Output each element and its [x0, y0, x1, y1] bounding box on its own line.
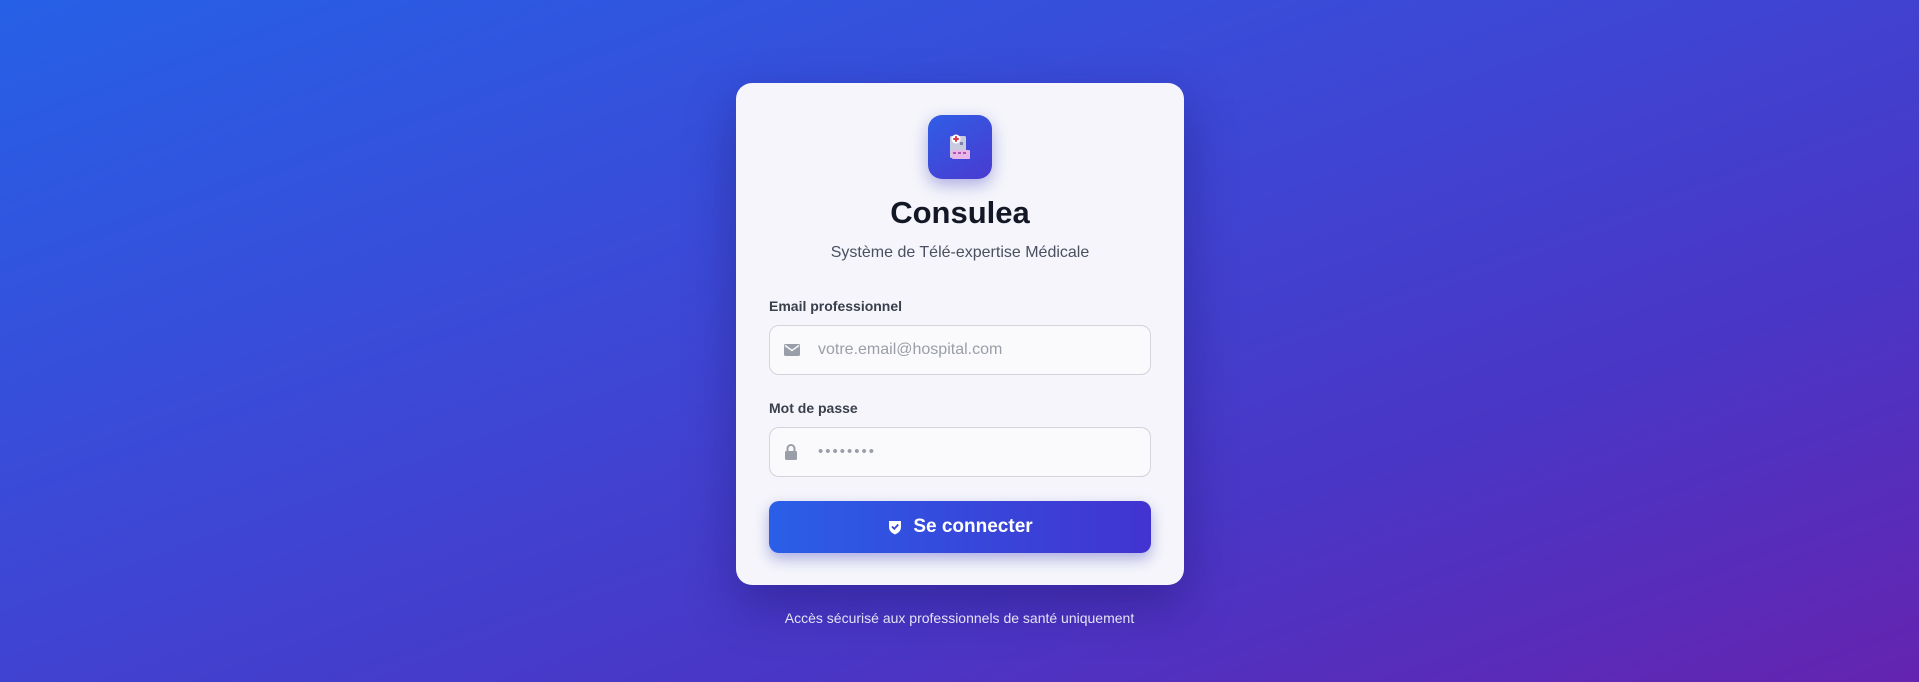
security-notice: Accès sécurisé aux professionnels de san…	[784, 610, 1135, 626]
email-label: Email professionnel	[769, 298, 903, 314]
login-card: Consulea Système de Télé-expertise Médic…	[736, 83, 1184, 585]
password-label: Mot de passe	[769, 400, 858, 416]
app-logo	[928, 115, 992, 179]
email-field-wrapper	[769, 325, 1151, 375]
lock-icon	[784, 444, 798, 460]
login-button[interactable]: Se connecter	[769, 501, 1151, 553]
hospital-icon	[950, 134, 970, 159]
email-input[interactable]	[770, 326, 1150, 374]
app-title: Consulea	[890, 195, 1030, 230]
shield-check-icon	[887, 519, 903, 535]
app-subtitle: Système de Télé-expertise Médicale	[830, 244, 1090, 261]
login-button-label: Se connecter	[913, 516, 1033, 537]
password-input[interactable]	[770, 428, 1150, 476]
envelope-icon	[784, 344, 800, 356]
password-field-wrapper	[769, 427, 1151, 477]
